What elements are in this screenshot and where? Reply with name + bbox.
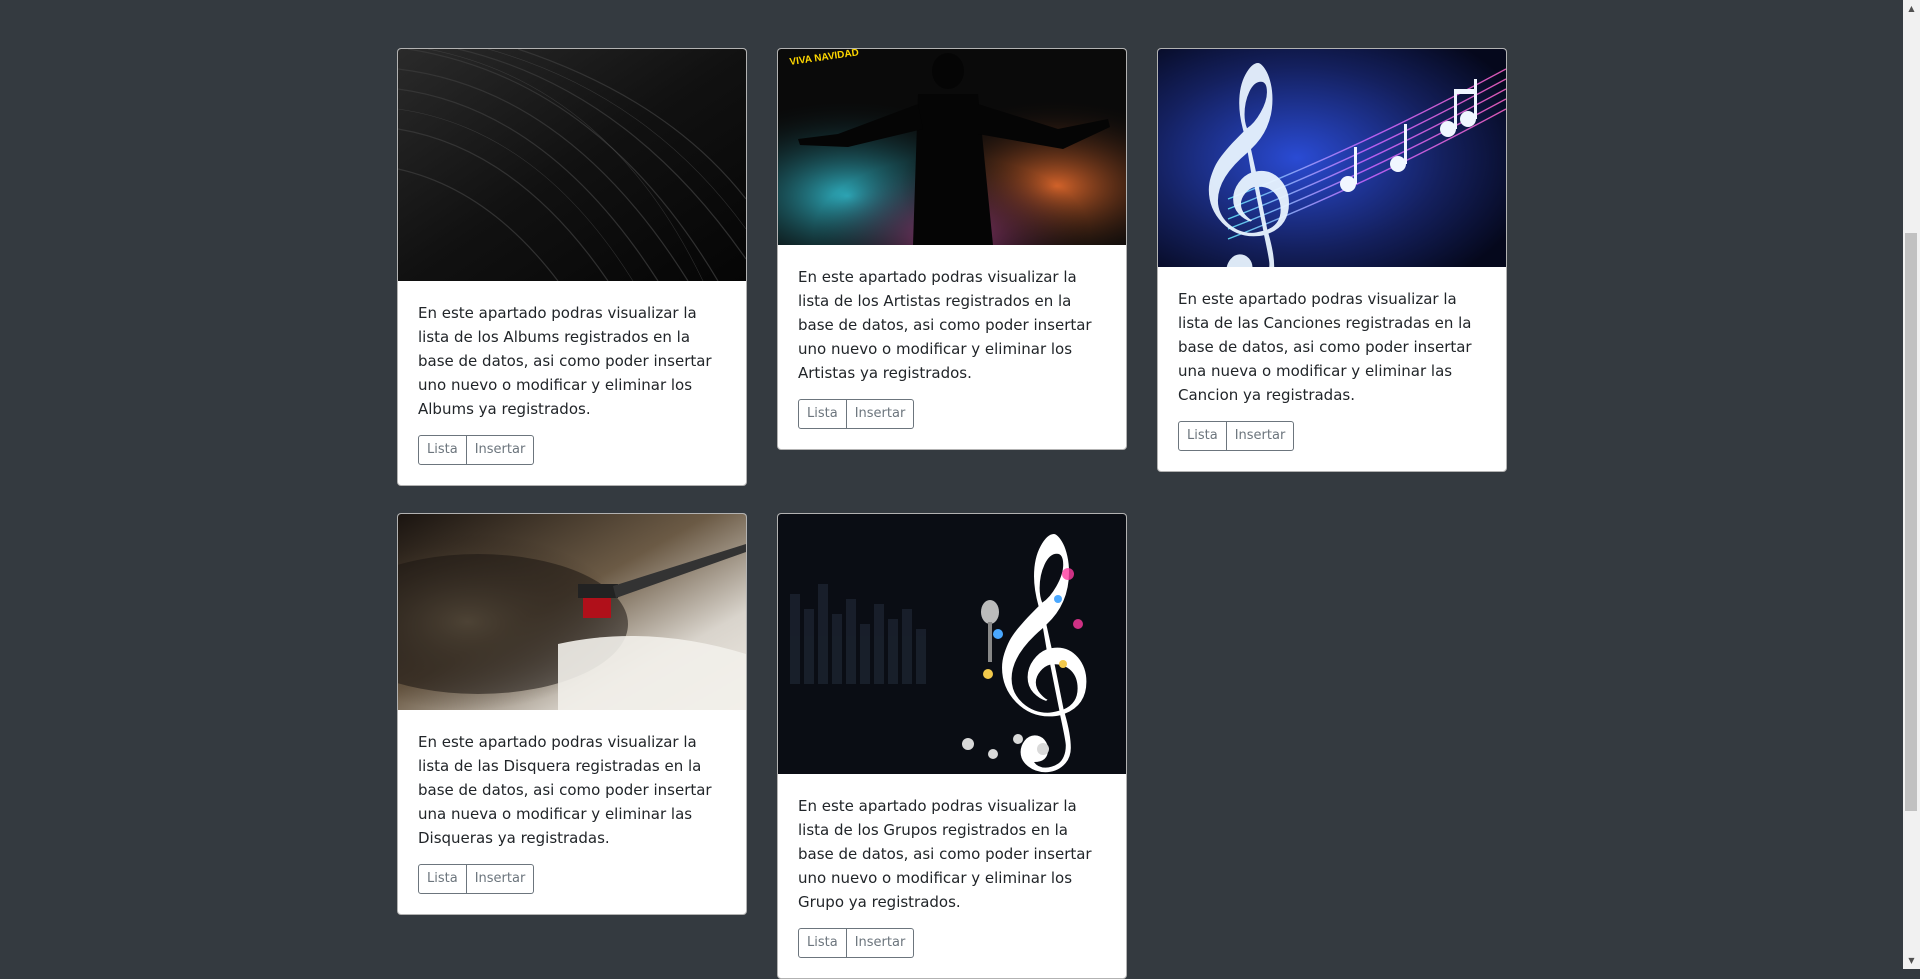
insertar-button[interactable]: Insertar xyxy=(466,435,535,465)
disquera-image xyxy=(398,514,746,710)
card-artistas: VIVA NAVIDAD En este apartado podras vis… xyxy=(777,48,1127,450)
button-group: Lista Insertar xyxy=(418,435,535,465)
lista-button[interactable]: Lista xyxy=(1178,421,1227,451)
canciones-image: 𝄞 xyxy=(1158,49,1506,267)
card-body: En este apartado podras visualizar la li… xyxy=(398,281,746,485)
grupos-image: 𝄞 xyxy=(778,514,1126,774)
lista-button[interactable]: Lista xyxy=(798,928,847,958)
lista-button[interactable]: Lista xyxy=(798,399,847,429)
scroll-up-arrow-icon[interactable]: ▲ xyxy=(1903,0,1920,17)
card-description: En este apartado podras visualizar la li… xyxy=(418,733,712,847)
scrollbar-thumb[interactable] xyxy=(1905,233,1917,811)
card-description: En este apartado podras visualizar la li… xyxy=(1178,290,1472,404)
card-description: En este apartado podras visualizar la li… xyxy=(798,797,1092,911)
vertical-scrollbar[interactable]: ▲ ▼ xyxy=(1903,0,1920,969)
button-group: Lista Insertar xyxy=(418,864,535,894)
button-group: Lista Insertar xyxy=(798,928,915,958)
insertar-button[interactable]: Insertar xyxy=(466,864,535,894)
card-body: En este apartado podras visualizar la li… xyxy=(778,245,1126,449)
albums-image xyxy=(398,49,746,281)
insertar-button[interactable]: Insertar xyxy=(1226,421,1295,451)
card-body: En este apartado podras visualizar la li… xyxy=(778,774,1126,978)
card-description: En este apartado podras visualizar la li… xyxy=(798,268,1092,382)
lista-button[interactable]: Lista xyxy=(418,435,467,465)
card-body: En este apartado podras visualizar la li… xyxy=(1158,267,1506,471)
insertar-button[interactable]: Insertar xyxy=(846,928,915,958)
card-grupos: 𝄞 En este apartado podras visualizar la … xyxy=(777,513,1127,979)
svg-text:𝄞: 𝄞 xyxy=(1186,58,1298,267)
svg-text:𝄞: 𝄞 xyxy=(978,529,1096,772)
button-group: Lista Insertar xyxy=(798,399,915,429)
card-description: En este apartado podras visualizar la li… xyxy=(418,304,712,418)
lista-button[interactable]: Lista xyxy=(418,864,467,894)
insertar-button[interactable]: Insertar xyxy=(846,399,915,429)
card-disquera: En este apartado podras visualizar la li… xyxy=(397,513,747,915)
card-body: En este apartado podras visualizar la li… xyxy=(398,710,746,914)
artistas-image: VIVA NAVIDAD xyxy=(778,49,1126,245)
card-canciones: 𝄞 En este apartado podras visualizar la … xyxy=(1157,48,1507,472)
scroll-down-arrow-icon[interactable]: ▼ xyxy=(1903,952,1920,969)
card-albums: En este apartado podras visualizar la li… xyxy=(397,48,747,486)
button-group: Lista Insertar xyxy=(1178,421,1295,451)
